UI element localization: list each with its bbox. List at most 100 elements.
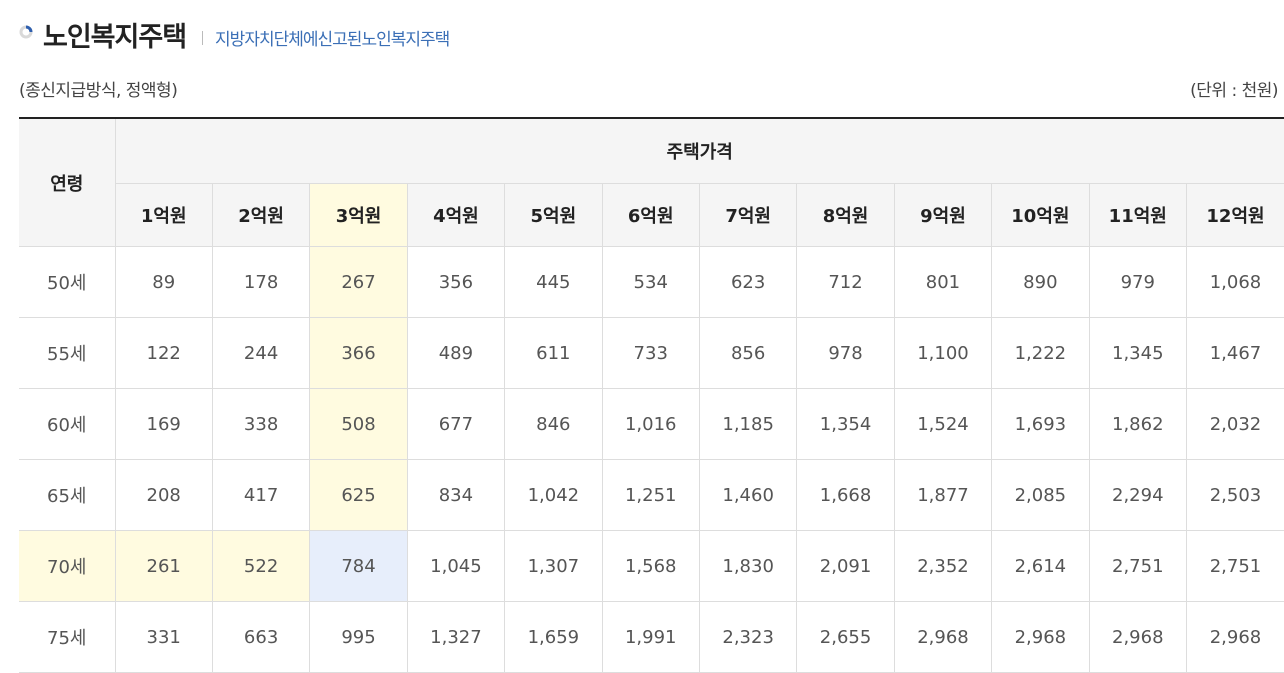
- value-cell: 979: [1089, 246, 1187, 318]
- value-cell: 1,659: [504, 601, 603, 673]
- value-cell: 331: [115, 601, 213, 673]
- age-cell: 70세: [19, 530, 116, 602]
- house-price-header: 주택가격: [115, 118, 1284, 184]
- price-column-header: 1억원: [115, 183, 213, 247]
- price-column-header: 3억원: [309, 183, 408, 247]
- value-cell: 445: [504, 246, 603, 318]
- table-row: 70세 261 522 784 1,045 1,307 1,568 1,830 2,091 2,3…: [19, 530, 1284, 602]
- value-cell: 995: [309, 601, 408, 673]
- price-column-header: 12억원: [1186, 183, 1284, 247]
- value-cell: 1,327: [407, 601, 506, 673]
- value-cell: 2,085: [991, 459, 1090, 531]
- price-column-header: 8억원: [796, 183, 895, 247]
- value-cell: 2,352: [894, 530, 993, 602]
- age-cell: 65세: [19, 459, 116, 531]
- value-cell: 611: [504, 317, 603, 389]
- value-cell: 267: [309, 246, 408, 318]
- pension-table: 연령 주택가격 1억원 2억원 3억원 4억원 5억원 6억원 7억원 8억원 9억원 10억원 1…: [19, 117, 1284, 673]
- value-cell: 2,032: [1186, 388, 1284, 460]
- value-cell: 834: [407, 459, 506, 531]
- value-cell: 2,751: [1186, 530, 1284, 602]
- value-cell: 1,830: [699, 530, 798, 602]
- value-cell: 1,185: [699, 388, 798, 460]
- table-row: 50세 89 178 267 356 445 534 623 712 801 890 979 1,068: [19, 246, 1284, 318]
- value-cell: 801: [894, 246, 993, 318]
- value-cell: 508: [309, 388, 408, 460]
- value-cell: 2,968: [991, 601, 1090, 673]
- value-cell: 890: [991, 246, 1090, 318]
- value-cell: 1,068: [1186, 246, 1284, 318]
- price-column-header: 4억원: [407, 183, 506, 247]
- value-cell: 1,467: [1186, 317, 1284, 389]
- value-cell: 978: [796, 317, 895, 389]
- value-cell: 1,345: [1089, 317, 1187, 389]
- table-header-row: 연령 주택가격: [19, 118, 1284, 247]
- page-subtitle: 지방자치단체에신고된노인복지주택: [215, 29, 450, 50]
- value-cell: 244: [212, 317, 311, 389]
- value-cell: 122: [115, 317, 213, 389]
- value-cell: 522: [212, 530, 311, 602]
- value-cell: 2,091: [796, 530, 895, 602]
- value-cell: 623: [699, 246, 798, 318]
- value-cell: 356: [407, 246, 506, 318]
- unit-note: (단위 : 천원): [1190, 81, 1278, 101]
- value-cell: 1,222: [991, 317, 1090, 389]
- table-row: 55세 122 244 366 489 611 733 856 978 1,100 1,222 1,3…: [19, 317, 1284, 389]
- table-body: 50세 89 178 267 356 445 534 623 712 801 890 979 1,068…: [19, 246, 1284, 673]
- value-cell: 712: [796, 246, 895, 318]
- value-cell: 733: [602, 317, 700, 389]
- value-cell: 1,354: [796, 388, 895, 460]
- age-cell: 60세: [19, 388, 116, 460]
- value-cell: 1,016: [602, 388, 700, 460]
- value-cell: 169: [115, 388, 213, 460]
- ring-icon: [19, 25, 33, 39]
- value-cell: 1,100: [894, 317, 993, 389]
- value-cell: 2,968: [894, 601, 993, 673]
- value-cell: 1,251: [602, 459, 700, 531]
- value-cell: 1,693: [991, 388, 1090, 460]
- price-column-header-row: 1억원 2억원 3억원 4억원 5억원 6억원 7억원 8억원 9억원 10억원 11억원 12억원: [19, 183, 1284, 247]
- price-column-header: 5억원: [504, 183, 603, 247]
- page-title: 노인복지주택: [43, 21, 187, 53]
- value-cell: 1,307: [504, 530, 603, 602]
- value-cell: 208: [115, 459, 213, 531]
- value-cell: 784: [309, 530, 408, 602]
- value-cell: 1,877: [894, 459, 993, 531]
- price-column-header: 2억원: [212, 183, 311, 247]
- value-cell: 178: [212, 246, 311, 318]
- table-row: 65세 208 417 625 834 1,042 1,251 1,460 1,668 1,877…: [19, 459, 1284, 531]
- value-cell: 2,968: [1186, 601, 1284, 673]
- price-column-header: 7억원: [699, 183, 798, 247]
- value-cell: 2,323: [699, 601, 798, 673]
- value-cell: 846: [504, 388, 603, 460]
- value-cell: 2,655: [796, 601, 895, 673]
- price-column-header: 9억원: [894, 183, 993, 247]
- value-cell: 261: [115, 530, 213, 602]
- age-cell: 55세: [19, 317, 116, 389]
- payment-method-note: (종신지급방식, 정액형): [19, 81, 178, 101]
- value-cell: 2,294: [1089, 459, 1187, 531]
- age-cell: 75세: [19, 601, 116, 673]
- value-cell: 625: [309, 459, 408, 531]
- value-cell: 856: [699, 317, 798, 389]
- value-cell: 1,568: [602, 530, 700, 602]
- price-column-header: 6억원: [602, 183, 700, 247]
- value-cell: 677: [407, 388, 506, 460]
- price-column-header: 10억원: [991, 183, 1090, 247]
- value-cell: 2,751: [1089, 530, 1187, 602]
- value-cell: 2,503: [1186, 459, 1284, 531]
- table-row: 60세 169 338 508 677 846 1,016 1,185 1,354 1,524 1,…: [19, 388, 1284, 460]
- table-row: 75세 331 663 995 1,327 1,659 1,991 2,323 2,655 2,9…: [19, 601, 1284, 673]
- age-cell: 50세: [19, 246, 116, 318]
- page-header: 노인복지주택 지방자치단체에신고된노인복지주택: [19, 14, 450, 54]
- value-cell: 2,968: [1089, 601, 1187, 673]
- value-cell: 417: [212, 459, 311, 531]
- value-cell: 366: [309, 317, 408, 389]
- value-cell: 89: [115, 246, 213, 318]
- value-cell: 1,460: [699, 459, 798, 531]
- value-cell: 1,668: [796, 459, 895, 531]
- value-cell: 1,524: [894, 388, 993, 460]
- value-cell: 1,042: [504, 459, 603, 531]
- title-divider: [202, 31, 204, 45]
- value-cell: 1,862: [1089, 388, 1187, 460]
